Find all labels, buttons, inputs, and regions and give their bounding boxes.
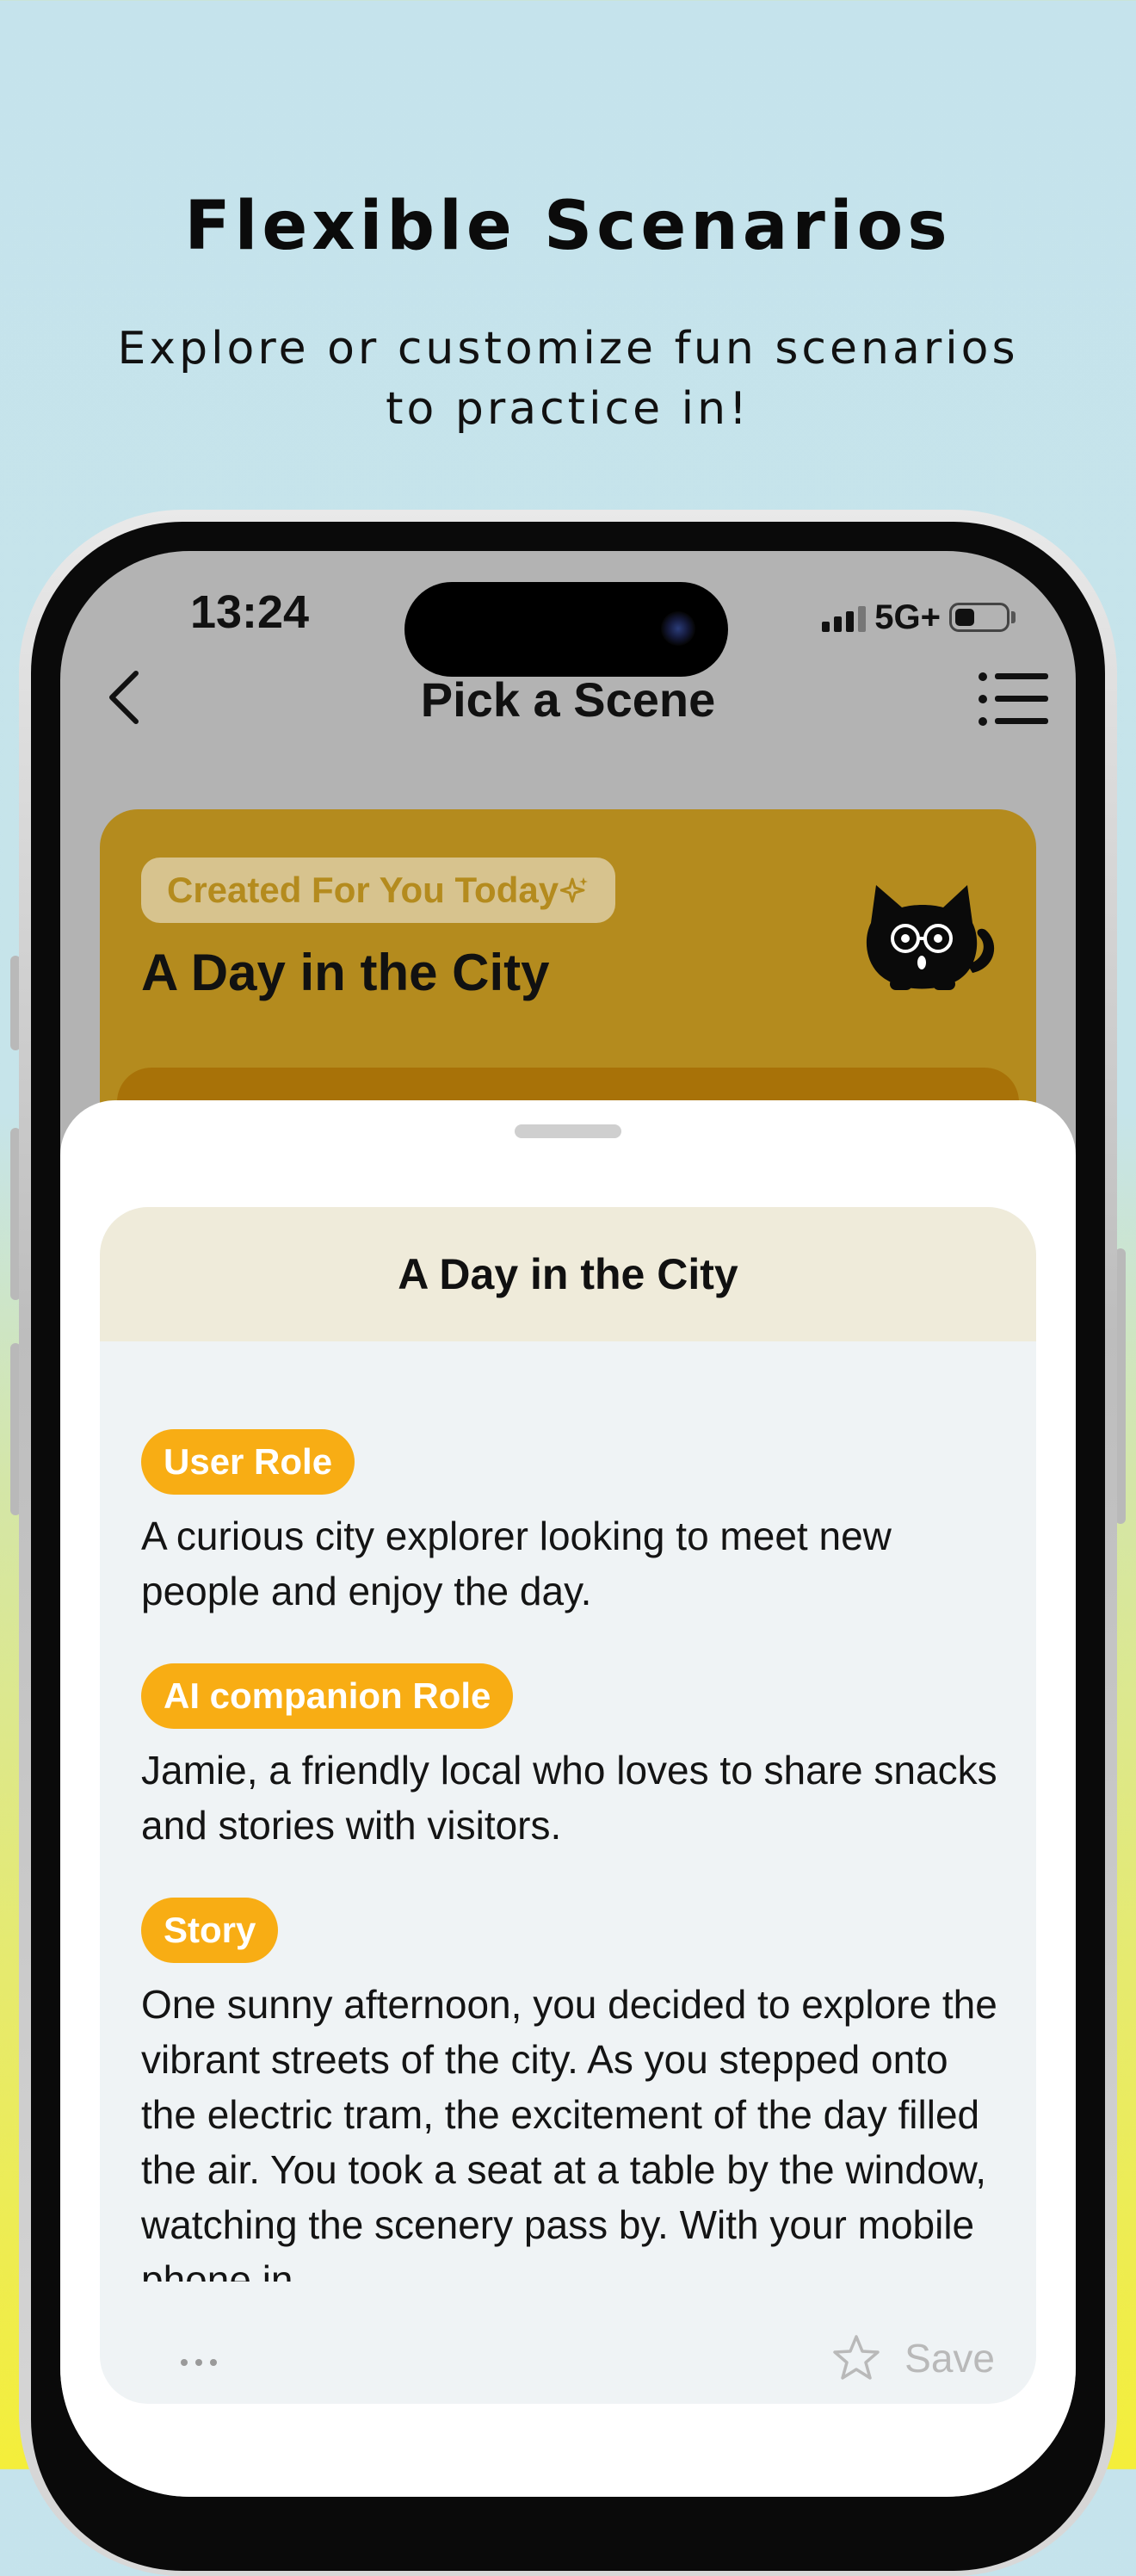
more-dots-icon[interactable]	[181, 2359, 217, 2366]
promo-headline: Flexible Scenarios	[184, 188, 952, 265]
front-camera	[661, 611, 695, 646]
cat-mascot-icon	[866, 885, 995, 990]
list-menu-icon	[979, 672, 1048, 726]
save-button[interactable]: Save	[830, 2333, 995, 2383]
story-pill: Story	[141, 1898, 279, 1963]
save-label: Save	[904, 2336, 995, 2381]
phone-screen: 13:24 5G+ Pick a Scene Created For You T…	[60, 551, 1076, 2497]
star-outline-icon	[833, 2335, 880, 2380]
ai-role-pill: AI companion Role	[141, 1663, 514, 1729]
promo-subheadline: Explore or customize fun scenarios to pr…	[117, 323, 1019, 435]
badge-label: Created For You Today	[167, 870, 559, 910]
featured-scene-title: A Day in the City	[141, 944, 550, 1001]
status-time: 13:24	[189, 586, 310, 638]
battery-tip	[1011, 611, 1016, 623]
page-title: Pick a Scene	[420, 672, 716, 727]
network-label: 5G+	[874, 598, 941, 636]
status-indicators: 5G+	[822, 596, 1016, 639]
menu-button[interactable]	[978, 668, 1050, 730]
sheet-grabber[interactable]	[515, 1124, 621, 1138]
signal-icon	[822, 603, 867, 632]
ai-role-text: Jamie, a friendly local who loves to sha…	[141, 1748, 997, 1848]
detail-title: A Day in the City	[100, 1207, 1036, 1341]
battery-icon	[949, 603, 1009, 632]
sparkle-icon	[560, 877, 589, 903]
scene-detail-card: A Day in the City User Role A curious ci…	[100, 1207, 1036, 2404]
created-for-you-badge: Created For You Today	[141, 858, 616, 923]
story-text: One sunny afternoon, you decided to expl…	[141, 1982, 997, 2282]
scene-detail-sheet: A Day in the City User Role A curious ci…	[60, 1100, 1076, 2497]
dynamic-island	[404, 582, 728, 677]
user-role-pill: User Role	[141, 1429, 355, 1495]
user-role-text: A curious city explorer looking to meet …	[141, 1514, 892, 1613]
